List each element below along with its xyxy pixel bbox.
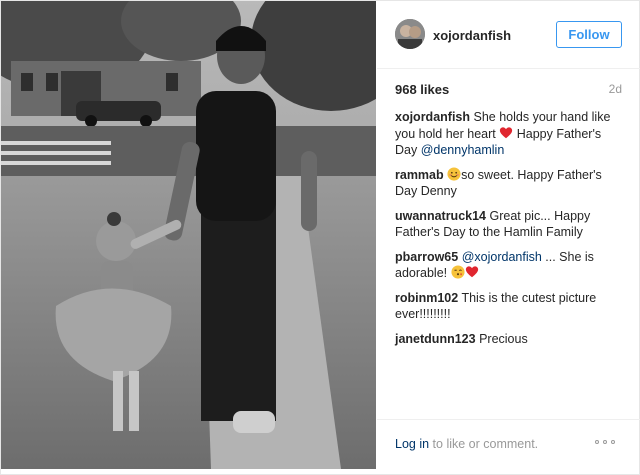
comments-list: xojordanfish She holds your hand like yo…	[395, 109, 625, 355]
comment-text: Precious	[479, 331, 528, 346]
list-item: uwannatruck14 Great pic... Happy Father'…	[395, 208, 625, 241]
comment-username[interactable]: janetdunn123	[395, 332, 476, 346]
blushing-smile-icon	[447, 166, 461, 181]
post-details-panel: xojordanfish Follow 968 likes 2d xojorda…	[377, 1, 640, 469]
comment-username[interactable]: pbarrow65	[395, 250, 458, 264]
likes-row: 968 likes 2d	[395, 82, 622, 98]
likes-count[interactable]: 968 likes	[395, 82, 449, 97]
follow-button[interactable]: Follow	[556, 21, 622, 48]
father-daughter-photo	[1, 1, 376, 469]
caption-username[interactable]: xojordanfish	[395, 110, 470, 124]
red-heart-icon	[465, 266, 478, 278]
avatar[interactable]	[395, 19, 425, 49]
list-item: rammab so sweet. Happy Father's Day Denn…	[395, 166, 625, 200]
caption-mention[interactable]: @dennyhamlin	[421, 143, 505, 157]
list-item: janetdunn123 Precious	[395, 331, 625, 348]
username-link[interactable]: xojordanfish	[433, 28, 511, 43]
login-rest: to like or comment.	[432, 437, 539, 451]
comment-username[interactable]: robinm102	[395, 291, 458, 305]
red-heart-icon	[500, 126, 513, 138]
caption: xojordanfish She holds your hand like yo…	[395, 109, 625, 159]
post-photo[interactable]	[1, 1, 376, 469]
dot-icon	[603, 440, 607, 444]
comment-username[interactable]: uwannatruck14	[395, 209, 486, 223]
more-options-icon[interactable]	[595, 438, 617, 448]
login-link[interactable]: Log in	[395, 437, 429, 451]
list-item: robinm102 This is the cutest picture eve…	[395, 290, 625, 323]
comment-username[interactable]: rammab	[395, 168, 444, 182]
comment-mention[interactable]: @xojordanfish	[462, 250, 542, 264]
post-age[interactable]: 2d	[609, 82, 622, 96]
dot-icon	[595, 440, 599, 444]
post-footer: Log in to like or comment.	[377, 419, 640, 469]
avatar-image	[395, 19, 425, 49]
kissing-face-icon	[451, 265, 465, 279]
login-prompt: Log in to like or comment.	[395, 437, 538, 451]
dot-icon	[611, 440, 615, 444]
post-header: xojordanfish Follow	[377, 1, 640, 69]
instagram-post: xojordanfish Follow 968 likes 2d xojorda…	[0, 0, 640, 475]
list-item: pbarrow65 @xojordanfish ... She is adora…	[395, 249, 625, 282]
